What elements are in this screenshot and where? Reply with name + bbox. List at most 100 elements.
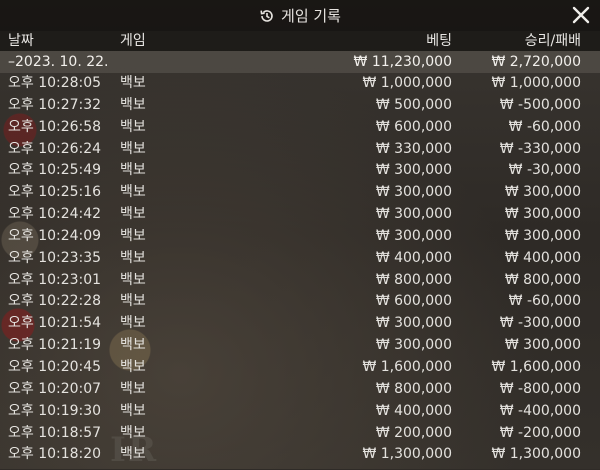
row-bet: ₩ 1,000,000 [362, 75, 452, 91]
date-summary-row[interactable]: –2023. 10. 22. ₩ 11,230,000 ₩ 2,720,000 [0, 51, 600, 73]
row-bet: ₩ 800,000 [375, 380, 452, 397]
row-bet: ₩ 300,000 [375, 184, 452, 201]
row-time: 오후 10:23:01 [8, 271, 102, 288]
row-game: 백보 [120, 162, 146, 179]
row-game: 백보 [120, 380, 146, 397]
row-winloss: ₩ 300,000 [504, 337, 581, 354]
row-game: 백보 [120, 446, 146, 463]
row-game: 백보 [120, 402, 146, 419]
column-header-game: 게임 [120, 33, 146, 49]
title-group: 게임 기록 [259, 5, 341, 26]
table-row[interactable]: 오후 10:18:20 백보 ₩ 1,300,000 ₩ 1,300,000 [0, 444, 600, 466]
summary-bet-total: ₩ 11,230,000 [353, 54, 452, 70]
close-button[interactable] [570, 4, 592, 26]
row-time: 오후 10:28:05 [8, 75, 102, 91]
table-row[interactable]: 오후 10:25:49 백보 ₩ 300,000 ₩ -30,000 [0, 160, 600, 182]
row-game: 백보 [120, 206, 146, 223]
row-time: 오후 10:22:28 [8, 293, 102, 310]
column-header-date: 날짜 [8, 33, 34, 49]
row-time: 오후 10:26:58 [8, 118, 102, 135]
table-row[interactable]: 오후 10:20:07 백보 ₩ 800,000 ₩ -800,000 [0, 379, 600, 401]
row-bet: ₩ 300,000 [375, 337, 452, 354]
title-bar: 게임 기록 [0, 0, 600, 31]
row-winloss: ₩ 300,000 [504, 206, 581, 223]
table-row[interactable]: 오후 10:26:24 백보 ₩ 330,000 ₩ -330,000 [0, 139, 600, 161]
history-icon [259, 8, 275, 24]
row-game: 백보 [120, 337, 146, 354]
row-time: 오후 10:18:20 [8, 446, 102, 463]
column-header-bet: 베팅 [426, 33, 452, 49]
row-winloss: ₩ -30,000 [508, 162, 581, 179]
summary-date: –2023. 10. 22. [8, 54, 109, 70]
row-time: 오후 10:24:09 [8, 227, 102, 244]
row-bet: ₩ 800,000 [375, 271, 452, 288]
row-bet: ₩ 330,000 [375, 140, 452, 157]
table-row[interactable]: 오후 10:18:57 백보 ₩ 200,000 ₩ -200,000 [0, 423, 600, 445]
row-game: 백보 [120, 249, 146, 266]
row-bet: ₩ 200,000 [375, 424, 452, 441]
row-bet: ₩ 300,000 [375, 227, 452, 244]
row-game: 백보 [120, 227, 146, 244]
row-game: 백보 [120, 75, 146, 91]
row-winloss: ₩ -60,000 [508, 293, 581, 310]
table-row[interactable]: 오후 10:26:58 백보 ₩ 600,000 ₩ -60,000 [0, 117, 600, 139]
row-time: 오후 10:26:24 [8, 140, 102, 157]
row-time: 오후 10:21:54 [8, 315, 102, 332]
row-time: 오후 10:20:07 [8, 380, 102, 397]
row-winloss: ₩ 300,000 [504, 184, 581, 201]
row-winloss: ₩ -200,000 [499, 424, 581, 441]
table-row[interactable]: 오후 10:24:09 백보 ₩ 300,000 ₩ 300,000 [0, 226, 600, 248]
row-game: 백보 [120, 293, 146, 310]
row-bet: ₩ 300,000 [375, 315, 452, 332]
row-time: 오후 10:25:49 [8, 162, 102, 179]
row-winloss: ₩ -330,000 [499, 140, 581, 157]
row-bet: ₩ 600,000 [375, 293, 452, 310]
table-row[interactable]: 오후 10:21:19 백보 ₩ 300,000 ₩ 300,000 [0, 335, 600, 357]
row-game: 백보 [120, 140, 146, 157]
history-list: 오후 10:28:05 백보 ₩ 1,000,000 ₩ 1,000,000 오후 1… [0, 73, 600, 466]
table-row[interactable]: 오후 10:24:42 백보 ₩ 300,000 ₩ 300,000 [0, 204, 600, 226]
row-winloss: ₩ -60,000 [508, 118, 581, 135]
row-game: 백보 [120, 96, 146, 113]
row-time: 오후 10:20:45 [8, 358, 102, 375]
table-row[interactable]: 오후 10:25:16 백보 ₩ 300,000 ₩ 300,000 [0, 182, 600, 204]
row-game: 백보 [120, 424, 146, 441]
table-row[interactable]: 오후 10:27:32 백보 ₩ 500,000 ₩ -500,000 [0, 95, 600, 117]
row-winloss: ₩ 1,300,000 [491, 446, 581, 463]
table-row[interactable]: 오후 10:22:28 백보 ₩ 600,000 ₩ -60,000 [0, 291, 600, 313]
table-row[interactable]: 오후 10:23:35 백보 ₩ 400,000 ₩ 400,000 [0, 248, 600, 270]
row-bet: ₩ 300,000 [375, 206, 452, 223]
row-time: 오후 10:25:16 [8, 184, 102, 201]
row-game: 백보 [120, 315, 146, 332]
table-header: 날짜 게임 베팅 승리/패배 [0, 31, 600, 51]
row-time: 오후 10:27:32 [8, 96, 102, 113]
row-time: 오후 10:19:30 [8, 402, 102, 419]
row-winloss: ₩ 800,000 [504, 271, 581, 288]
row-winloss: ₩ -300,000 [499, 315, 581, 332]
row-winloss: ₩ 400,000 [504, 249, 581, 266]
row-game: 백보 [120, 118, 146, 135]
row-time: 오후 10:21:19 [8, 337, 102, 354]
row-winloss: ₩ -500,000 [499, 96, 581, 113]
table-row[interactable]: 오후 10:20:45 백보 ₩ 1,600,000 ₩ 1,600,000 [0, 357, 600, 379]
row-bet: ₩ 500,000 [375, 96, 452, 113]
row-winloss: ₩ 1,600,000 [491, 358, 581, 375]
row-bet: ₩ 1,300,000 [362, 446, 452, 463]
row-winloss: ₩ -800,000 [499, 380, 581, 397]
row-bet: ₩ 600,000 [375, 118, 452, 135]
close-icon [572, 6, 590, 24]
row-game: 백보 [120, 358, 146, 375]
row-game: 백보 [120, 184, 146, 201]
table-row[interactable]: 오후 10:21:54 백보 ₩ 300,000 ₩ -300,000 [0, 313, 600, 335]
row-bet: ₩ 400,000 [375, 402, 452, 419]
table-row[interactable]: 오후 10:28:05 백보 ₩ 1,000,000 ₩ 1,000,000 [0, 73, 600, 95]
row-bet: ₩ 400,000 [375, 249, 452, 266]
table-row[interactable]: 오후 10:19:30 백보 ₩ 400,000 ₩ -400,000 [0, 401, 600, 423]
row-bet: ₩ 1,600,000 [362, 358, 452, 375]
row-time: 오후 10:24:42 [8, 206, 102, 223]
row-winloss: ₩ 1,000,000 [491, 75, 581, 91]
summary-winloss-total: ₩ 2,720,000 [491, 54, 581, 70]
row-time: 오후 10:23:35 [8, 249, 102, 266]
row-game: 백보 [120, 271, 146, 288]
table-row[interactable]: 오후 10:23:01 백보 ₩ 800,000 ₩ 800,000 [0, 270, 600, 292]
